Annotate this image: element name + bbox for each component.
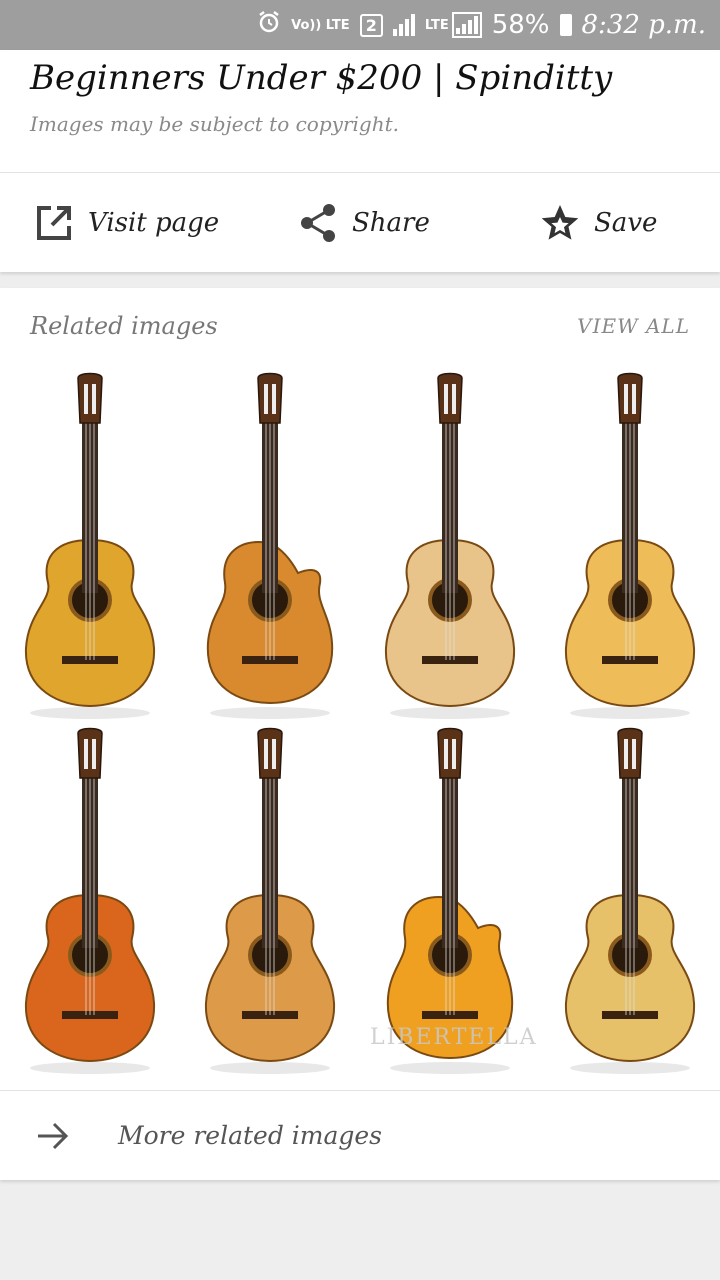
guitar-image — [24, 372, 156, 719]
result-title[interactable]: Beginners Under $200 | Spinditty — [30, 58, 612, 98]
signal-icon — [392, 14, 415, 36]
related-image-thumbnail[interactable] — [180, 368, 360, 723]
action-bar: Visit page Share Save — [0, 173, 720, 272]
related-image-thumbnail[interactable] — [540, 368, 720, 723]
watermark-text: LIBERTELLA — [370, 1025, 538, 1050]
guitar-image — [206, 372, 334, 719]
open-in-new-icon — [37, 206, 71, 240]
related-images-card: Related images VIEW ALL LIBERTELLA More … — [0, 288, 720, 1180]
battery-percent: 58% — [491, 10, 550, 40]
view-all-link[interactable]: VIEW ALL — [577, 314, 690, 338]
guitar-image — [24, 727, 156, 1074]
more-related-images-label: More related images — [118, 1121, 383, 1150]
related-images-heading: Related images — [30, 312, 218, 340]
share-icon — [301, 204, 335, 242]
clock: 8:32 p.m. — [581, 10, 706, 40]
guitar-image — [564, 372, 696, 719]
volte-indicator: Vo)) LTE — [291, 17, 350, 33]
related-image-thumbnail[interactable] — [360, 368, 540, 723]
copyright-note: Images may be subject to copyright. — [30, 112, 399, 136]
related-image-thumbnail[interactable]: LIBERTELLA — [360, 723, 540, 1078]
alarm-icon — [257, 10, 281, 41]
star-icon — [541, 205, 579, 240]
lte-label: LTE — [424, 17, 449, 33]
battery-icon — [559, 14, 572, 36]
guitar-image — [204, 727, 336, 1074]
share-label: Share — [352, 208, 430, 238]
guitar-image — [564, 727, 696, 1074]
visit-page-button[interactable]: Visit page — [34, 203, 219, 243]
related-image-thumbnail[interactable] — [180, 723, 360, 1078]
sim-badge: 2 — [359, 13, 383, 37]
lte-signal: LTE — [425, 12, 482, 38]
related-images-grid: LIBERTELLA — [0, 368, 720, 1078]
visit-page-label: Visit page — [88, 208, 220, 238]
related-image-thumbnail[interactable] — [540, 723, 720, 1078]
image-result-card: Beginners Under $200 | Spinditty Images … — [0, 50, 720, 272]
arrow-right-icon — [38, 1122, 69, 1150]
related-image-thumbnail[interactable] — [0, 368, 180, 723]
save-label: Save — [594, 208, 658, 238]
guitar-image — [384, 372, 516, 719]
status-bar: Vo)) LTE 2 LTE 58% 8:32 p.m. — [0, 0, 720, 50]
save-button[interactable]: Save — [540, 203, 657, 243]
more-related-images-button[interactable]: More related images — [0, 1091, 720, 1180]
related-image-thumbnail[interactable] — [0, 723, 180, 1078]
signal-icon — [451, 12, 482, 38]
share-button[interactable]: Share — [298, 203, 430, 243]
